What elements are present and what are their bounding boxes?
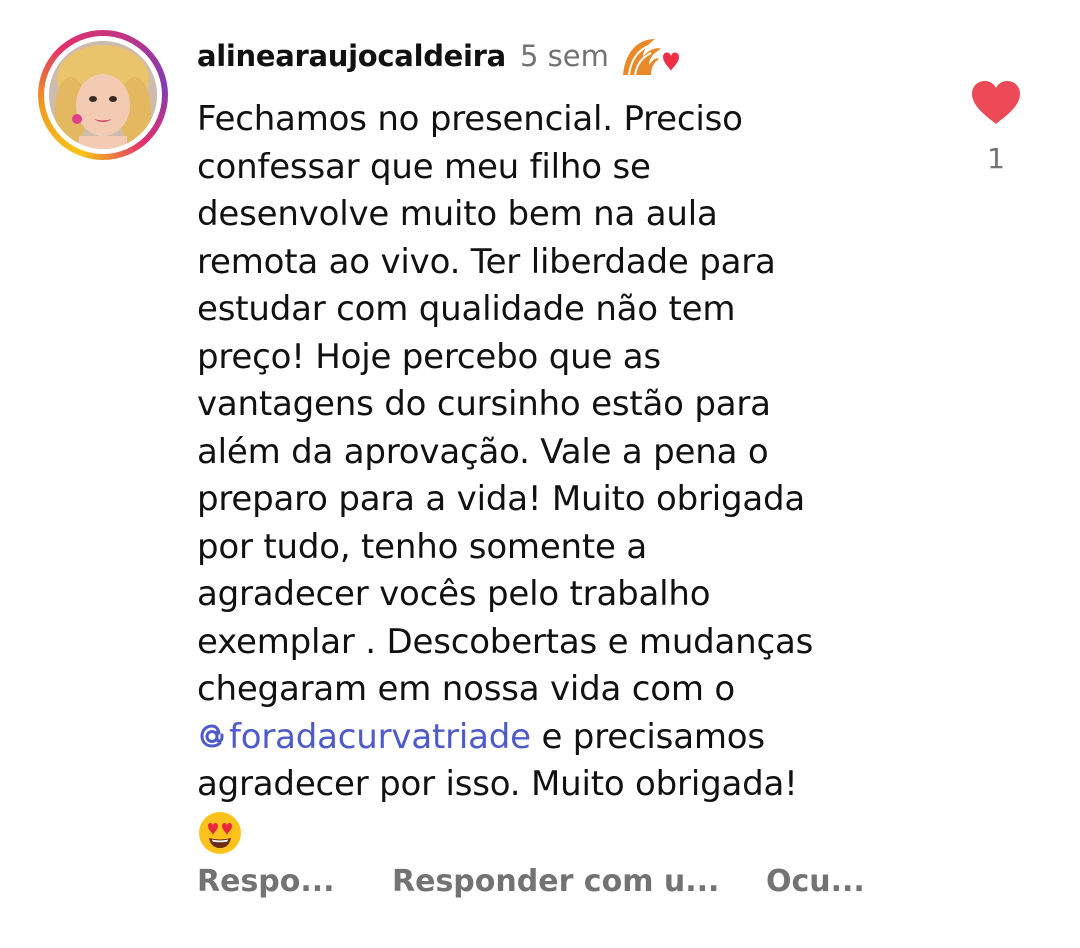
avatar-story-ring[interactable] — [38, 30, 168, 160]
mention-link[interactable]: foradacurvatriade — [197, 717, 531, 757]
comment-line: além da aprovação. Vale a pena o — [197, 431, 769, 472]
comment-line: desenvolve muito bem na aula — [197, 194, 718, 234]
comment-line-emoji — [197, 809, 917, 857]
comment-line: confessar que meu filho se — [197, 146, 651, 187]
mention-text: foradacurvatriade — [229, 716, 531, 757]
comment-line: estudar com qualidade não tem — [197, 289, 736, 329]
comment-line: preço! Hoje percebo que as — [197, 336, 661, 377]
comment-line: preparo para a vida! Muito obrigada — [197, 479, 806, 519]
reply-with-button[interactable]: Responder com u... — [392, 864, 719, 899]
like-count[interactable]: 1 — [970, 142, 1022, 175]
comment-line: chegaram em nossa vida com o — [197, 669, 736, 709]
hide-button[interactable]: Ocu... — [766, 864, 865, 899]
comment-line: vantagens do cursinho estão para — [197, 384, 771, 424]
comment-line: por tudo, tenho somente a — [197, 526, 647, 567]
like-heart-icon[interactable] — [970, 80, 1022, 126]
timestamp: 5 sem — [519, 39, 609, 73]
comment-header: alinearaujocaldeira 5 sem — [197, 34, 681, 78]
comment-line: remota ao vivo. Ter liberdade para — [197, 241, 776, 282]
comment-line: Fechamos no presencial. Preciso — [197, 99, 743, 139]
reply-button[interactable]: Respo... — [197, 864, 335, 899]
comment-text: Fechamos no presencial. Preciso confessa… — [197, 96, 917, 856]
comment-line-mention: foradacurvatriade e precisamos — [197, 714, 917, 762]
threads-at-icon — [200, 723, 224, 748]
eagle-heart-badge-icon — [619, 31, 681, 81]
comment-line: agradecer vocês pelo trabalho — [197, 574, 711, 614]
heart-eyes-emoji-icon — [197, 810, 243, 856]
comment-text-after-mention: e precisamos — [530, 716, 765, 757]
comment-line: agradecer por isso. Muito obrigada! — [197, 764, 798, 804]
username[interactable]: alinearaujocaldeira — [197, 39, 506, 73]
comment-line: exemplar . Descobertas e mudanças — [197, 621, 814, 662]
avatar — [49, 41, 157, 149]
